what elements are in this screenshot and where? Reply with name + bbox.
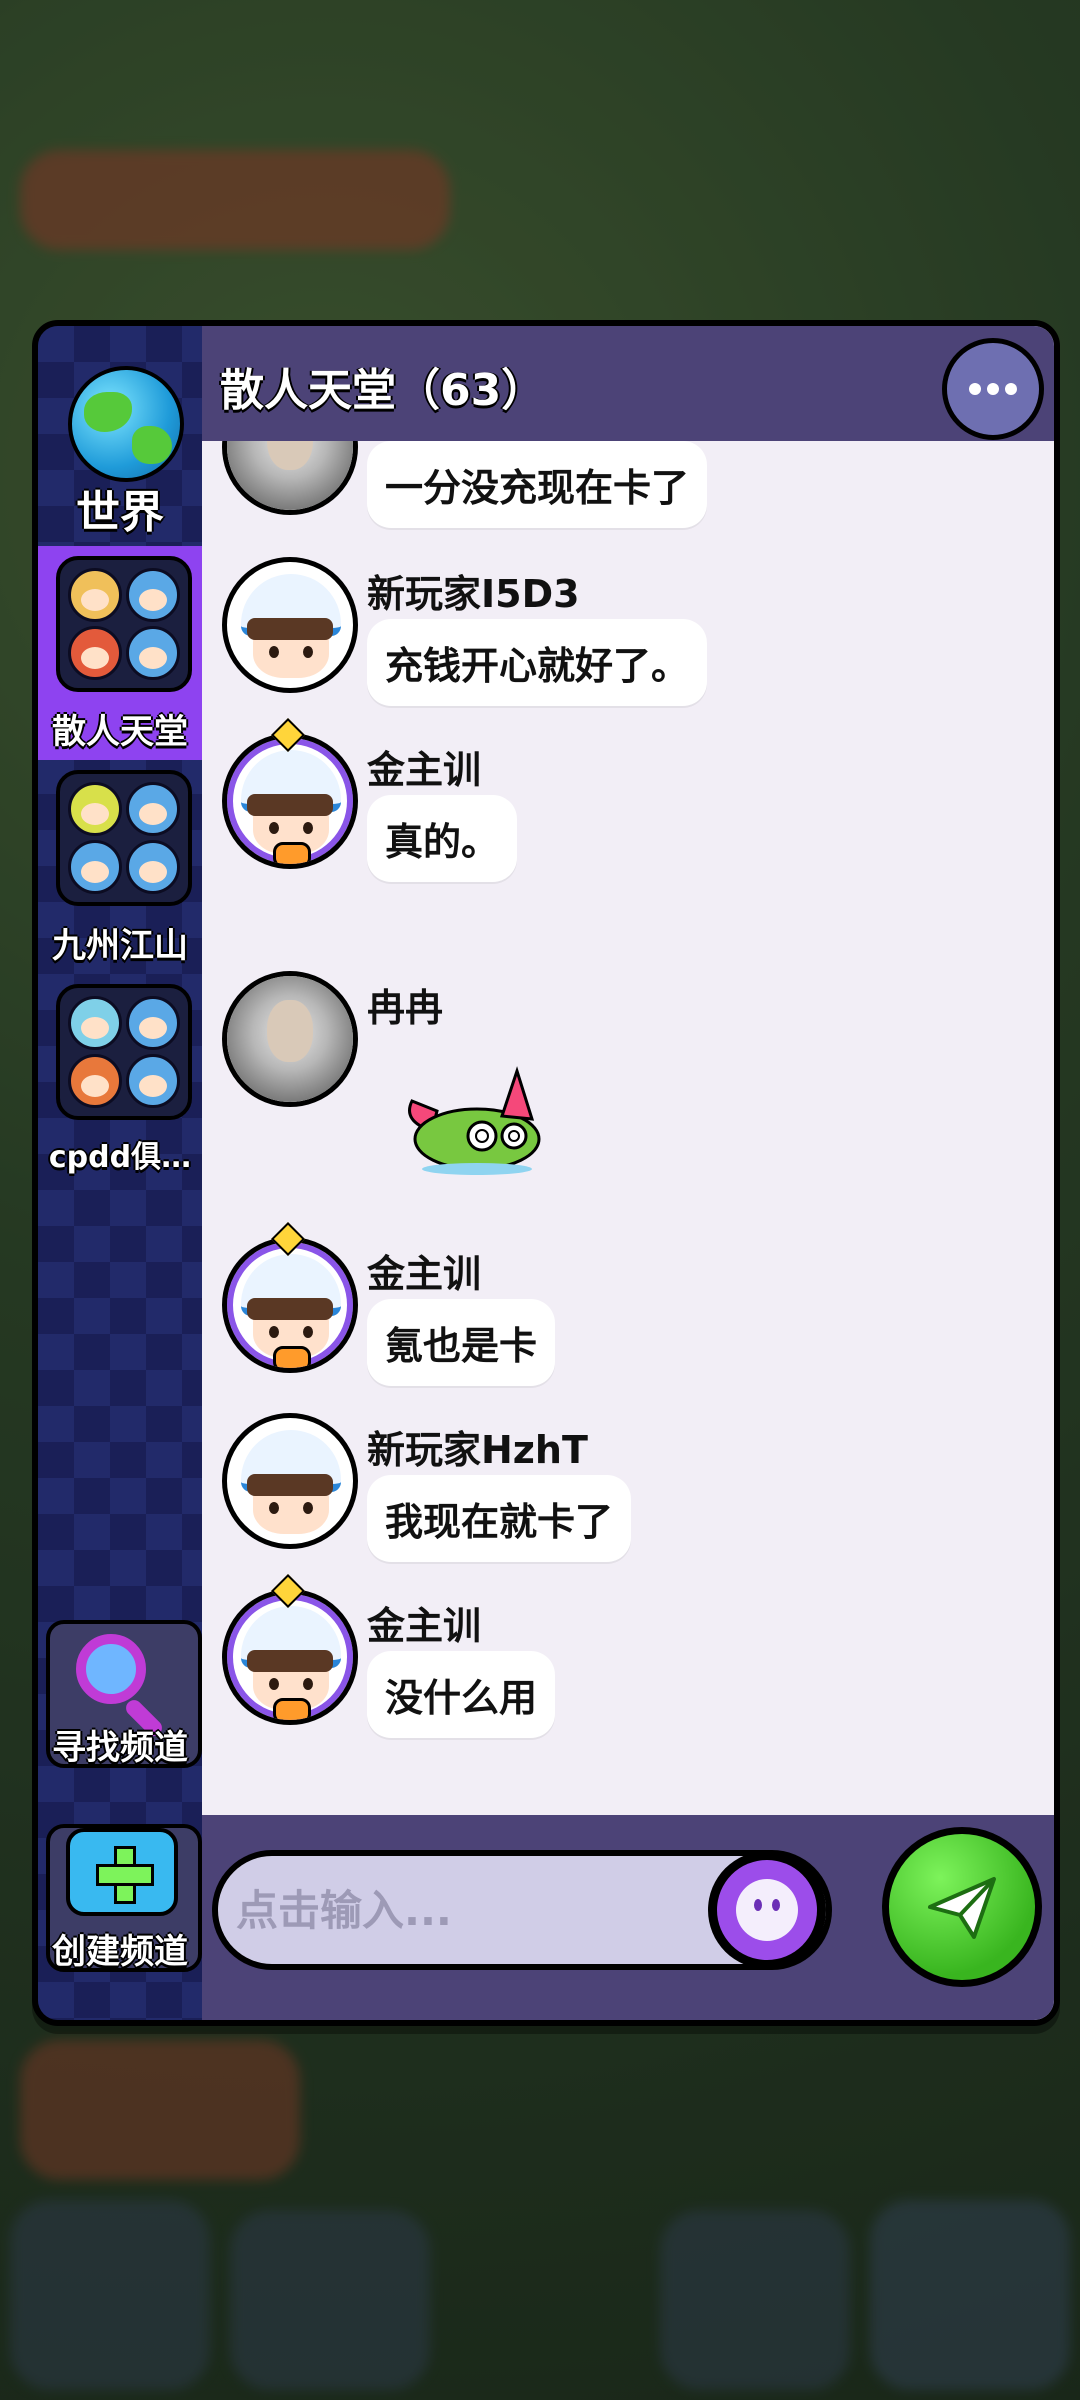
avatar[interactable] [222, 557, 358, 693]
chat-main: 散人天堂（63） 冉冉 一分没充现在卡了 新玩家I5D3 充钱开心就好了。 [202, 326, 1054, 2020]
message-list[interactable]: 冉冉 一分没充现在卡了 新玩家I5D3 充钱开心就好了。 金主训 真的。 [202, 441, 1054, 1815]
avatar[interactable] [222, 1413, 358, 1549]
add-chat-icon [66, 1828, 178, 1916]
sender-name: 金主训 [367, 1252, 482, 1296]
sidebar-item-world[interactable]: 世界 [38, 326, 202, 546]
magnifier-icon [76, 1634, 146, 1704]
avatar[interactable] [222, 733, 358, 869]
sender-name: 新玩家HzhT [367, 1428, 588, 1472]
emoji-button[interactable] [708, 1851, 826, 1969]
create-channel-button[interactable]: 创建频道 [38, 1824, 202, 1994]
group-avatar-icon [56, 984, 192, 1120]
globe-icon [68, 366, 184, 482]
more-dot [1005, 383, 1017, 395]
more-dots-icon [969, 383, 981, 395]
more-dot [987, 383, 999, 395]
create-channel-label: 创建频道 [52, 1932, 188, 1972]
sidebar-item-label: 九州江山 [52, 926, 188, 966]
sidebar-item-label: cpdd俱… [48, 1140, 192, 1175]
message-bubble: 充钱开心就好了。 [367, 619, 708, 706]
send-button-inner [889, 1834, 1035, 1980]
sidebar-item-label: 散人天堂 [52, 712, 188, 752]
sidebar-item-channel[interactable]: 九州江山 [38, 760, 202, 974]
avatar[interactable] [222, 441, 358, 515]
sender-name: 金主训 [367, 748, 482, 792]
group-avatar-icon [56, 770, 192, 906]
message-bubble: 真的。 [367, 795, 518, 882]
message-bubble: 氪也是卡 [367, 1299, 556, 1386]
sender-name: 冉冉 [367, 986, 444, 1030]
chat-header: 散人天堂（63） [202, 326, 1054, 441]
channel-title: 散人天堂（63） [220, 365, 546, 416]
send-button[interactable] [882, 1827, 1042, 1987]
sidebar-item-channel[interactable]: cpdd俱… [38, 974, 202, 1188]
paper-plane-icon [928, 1877, 996, 1939]
more-options-button[interactable] [942, 338, 1044, 440]
find-channel-button[interactable]: 寻找频道 [38, 1620, 202, 1790]
sidebar-item-channel[interactable]: 散人天堂 [38, 546, 202, 760]
avatar[interactable] [222, 971, 358, 1107]
chat-panel: 世界 散人天堂 九州江山 cpdd俱… 寻找频道 创建频道 散人天堂（63） 一… [32, 320, 1060, 2026]
sender-name: 新玩家I5D3 [367, 572, 580, 616]
emoji-button-inner [717, 1860, 817, 1960]
dizzy-dragon-sticker [408, 1066, 541, 1175]
avatar[interactable] [222, 1589, 358, 1725]
channel-sidebar: 世界 散人天堂 九州江山 cpdd俱… 寻找频道 创建频道 [38, 326, 202, 2020]
find-channel-label: 寻找频道 [52, 1728, 188, 1768]
avatar[interactable] [222, 1237, 358, 1373]
input-bar [202, 1815, 1054, 2020]
message-bubble: 我现在就卡了 [367, 1475, 632, 1562]
message-bubble: 一分没充现在卡了 [367, 441, 708, 528]
emoji-face-icon [736, 1879, 798, 1941]
group-avatar-icon [56, 556, 192, 692]
sender-name: 金主训 [367, 1604, 482, 1648]
message-bubble: 没什么用 [367, 1651, 556, 1738]
sidebar-item-label: 世界 [76, 487, 164, 538]
